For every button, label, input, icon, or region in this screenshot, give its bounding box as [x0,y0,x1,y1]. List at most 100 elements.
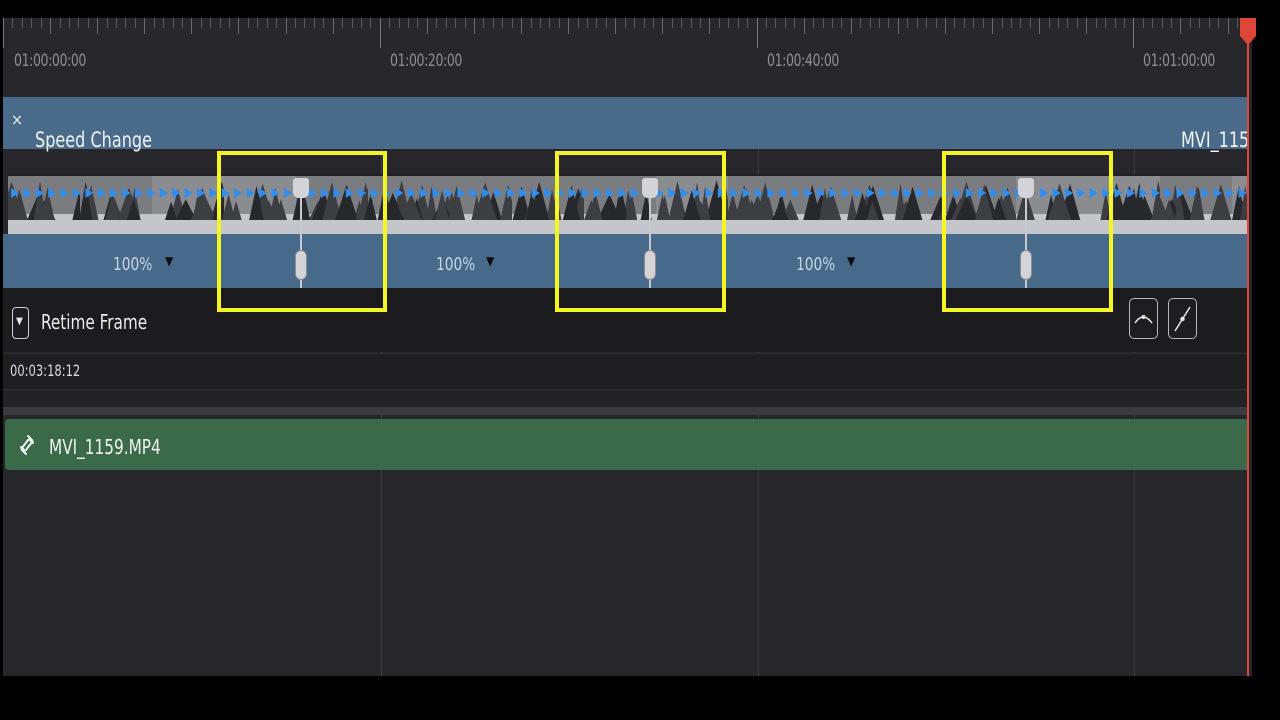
speed-point-highlight [217,151,387,312]
ruler-tick [389,18,390,28]
speed-change-clip-header[interactable] [3,97,1249,149]
retime-timecode: 00:03:18:12 [10,361,81,380]
speed-change-title: Speed Change [35,128,152,152]
ruler-tick [888,18,889,28]
close-icon[interactable]: × [11,110,23,129]
ruler-tick [540,18,541,28]
ruler-tick [88,18,89,28]
ruler-tick [615,18,616,34]
ruler-tick [578,18,579,28]
ruler-tick [31,18,32,28]
thumbnail-frame [861,176,951,236]
ruler-tick [1096,18,1097,28]
ruler-tick [747,18,748,28]
ruler-tick [907,18,908,28]
ruler-tick [926,18,927,28]
ruler-tick [304,18,305,28]
ruler-tick [154,18,155,28]
ruler-tick [549,18,550,28]
ruler-tick [295,18,296,28]
playhead-line[interactable] [1247,18,1249,676]
thumbnail-frame [725,176,800,236]
ruler-timecode: 01:01:00:00 [1143,51,1215,71]
ruler-tick [662,18,663,34]
ruler-tick [709,18,710,34]
ruler-tick [483,18,484,28]
ruler-tick [681,18,682,28]
linear-curve-button[interactable] [1168,298,1197,339]
ruler-tick [22,18,23,28]
speed-menu-arrow-icon[interactable]: ▼ [847,254,855,268]
thumbnail-frame [79,176,152,236]
speed-point-highlight [555,151,726,312]
ruler-tick [1002,18,1003,28]
thumbnail-frame [432,176,516,236]
ruler-tick [3,18,4,48]
ruler-tick [474,18,475,34]
ruler-tick [813,18,814,28]
ruler-tick [1030,18,1031,28]
track-separator[interactable] [3,407,1249,415]
ruler-tick [1180,18,1181,34]
playhead-marker[interactable] [1239,18,1257,46]
ruler-tick [493,18,494,28]
ruler-tick [719,18,720,28]
linear-curve-icon [1174,306,1191,332]
ruler-tick [191,18,192,34]
ruler-tick [1039,18,1040,34]
ruler-tick [775,18,776,28]
ruler-tick [1049,18,1050,28]
ruler-tick [220,18,221,28]
ruler-tick [78,18,79,28]
ruler-tick [1067,18,1068,28]
ruler-tick [107,18,108,28]
speed-percentage[interactable]: 100% [436,254,475,275]
ruler-tick [851,18,852,34]
ruler-tick [766,18,767,28]
chevron-down-icon: ▼ [16,316,23,327]
audio-clip[interactable] [5,419,1249,470]
ruler-tick [973,18,974,28]
ruler-tick [238,18,239,34]
retime-dropdown-button[interactable]: ▼ [12,307,29,339]
ruler-tick [898,18,899,34]
ruler-tick [691,18,692,28]
ruler-tick [361,18,362,28]
ruler-tick [917,18,918,28]
ruler-tick [1143,18,1144,28]
ruler-tick [1124,18,1125,28]
ruler-tick [983,18,984,28]
ruler-tick [1152,18,1153,28]
ruler-tick [625,18,626,28]
speed-menu-arrow-icon[interactable]: ▼ [486,254,494,268]
ruler-tick [1237,18,1238,28]
ruler-tick [1115,18,1116,28]
ruler-tick [257,18,258,28]
ease-curve-button[interactable] [1129,298,1158,339]
ruler-tick [97,18,98,34]
ruler-tick [945,18,946,34]
ruler-tick [436,18,437,28]
ruler-tick [210,18,211,28]
ruler-tick [512,18,513,28]
ruler-tick [408,18,409,28]
ruler-tick [163,18,164,28]
speed-menu-arrow-icon[interactable]: ▼ [165,254,173,268]
ruler-tick [1058,18,1059,28]
ruler-tick [333,18,334,34]
track-divider [3,389,1249,408]
ruler-tick [1162,18,1163,28]
ruler-tick [248,18,249,28]
ruler-tick [757,18,758,48]
speed-percentage[interactable]: 100% [113,254,152,275]
ruler-tick [879,18,880,28]
ruler-tick [785,18,786,28]
ruler-tick [370,18,371,28]
ruler-tick [446,18,447,28]
ruler-tick [832,18,833,28]
ruler-tick [352,18,353,28]
ruler-tick [634,18,635,28]
ruler-tick [1228,18,1229,34]
ruler-tick [267,18,268,28]
speed-percentage[interactable]: 100% [796,254,835,275]
